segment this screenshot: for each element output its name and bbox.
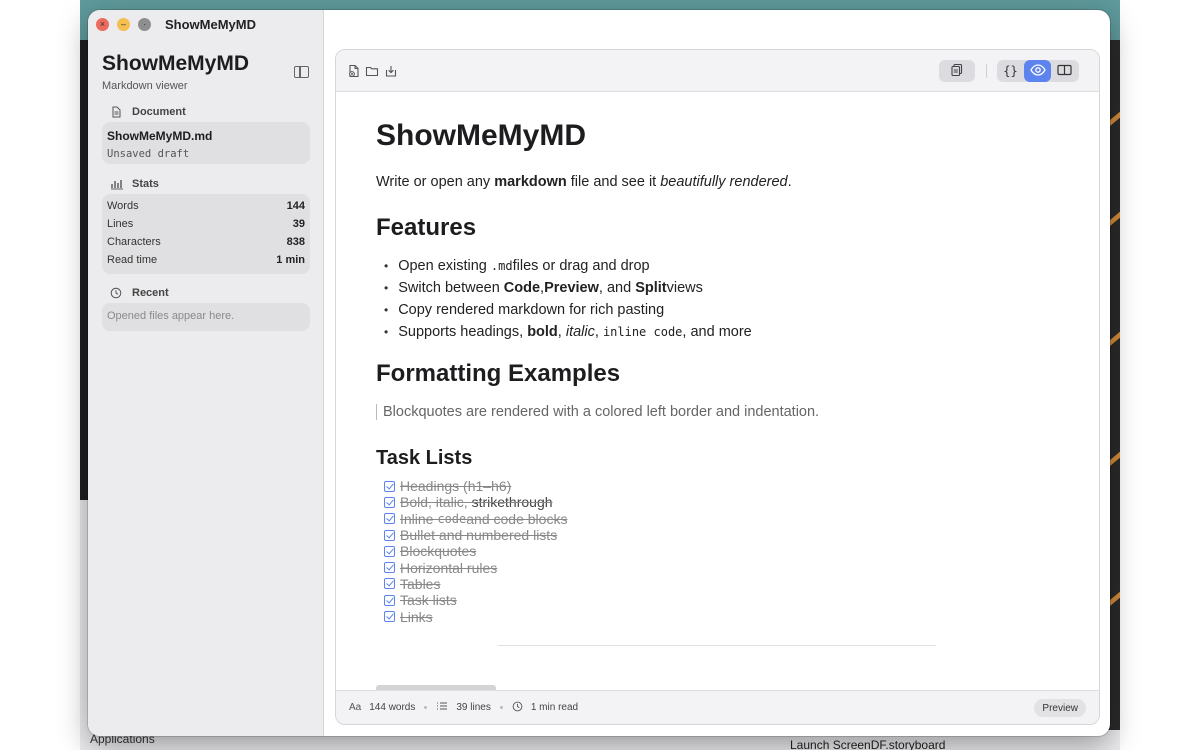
features-heading: Features (376, 214, 477, 241)
bar-chart-icon (110, 178, 123, 190)
stat-row-characters: Characters 838 (107, 233, 305, 251)
stats-section-label: Stats (132, 178, 159, 190)
clock-icon (512, 701, 523, 715)
list-item: Open existing .md files or drag and drop (384, 255, 752, 277)
read-time: 1 min read (530, 702, 579, 713)
save-icon[interactable] (383, 60, 399, 82)
document-status: Unsaved draft (107, 148, 190, 160)
app-name: ShowMeMyMD (102, 52, 249, 75)
horizontal-rule (498, 645, 936, 646)
task-item: Horizontal rules (384, 559, 567, 576)
stat-value: 1 min (276, 254, 305, 266)
stat-value: 838 (286, 236, 305, 248)
checkbox-checked-icon[interactable] (384, 529, 395, 541)
features-list: Open existing .md files or drag and drop… (384, 255, 752, 343)
recent-card: Opened files appear here. (102, 303, 310, 331)
list-lines-icon (436, 701, 448, 714)
checkbox-checked-icon[interactable] (384, 562, 395, 574)
new-file-icon[interactable] (346, 60, 362, 82)
task-item: Inline code and code blocks (384, 511, 567, 527)
checkbox-checked-icon[interactable] (384, 480, 395, 492)
copy-icon (950, 63, 964, 80)
stat-label: Words (107, 200, 139, 212)
checkbox-checked-icon[interactable] (384, 496, 395, 508)
app-subtitle: Markdown viewer (102, 80, 188, 92)
status-bar: Aa 144 words 39 lines 1 min read Preview (336, 690, 1099, 724)
document-icon (110, 106, 122, 118)
line-count: 39 lines (456, 702, 491, 713)
tasks-heading: Task Lists (376, 447, 473, 469)
stat-row-lines: Lines 39 (107, 215, 305, 233)
formatting-heading: Formatting Examples (376, 360, 621, 387)
content-pane: {} ShowMeMyMD Write or open any markdown… (335, 49, 1100, 725)
preview-view-button[interactable] (1024, 60, 1051, 82)
doc-title: ShowMeMyMD (376, 119, 586, 152)
toolbar-divider (986, 64, 987, 78)
fullscreen-window-button[interactable]: · (138, 17, 151, 31)
clock-icon (110, 287, 122, 299)
checkbox-checked-icon[interactable] (384, 611, 395, 623)
recent-section-header: Recent (110, 287, 169, 299)
task-list: Headings (h1–h6) Bold, italic, strikethr… (384, 478, 567, 625)
recent-section-label: Recent (132, 287, 169, 299)
close-window-button[interactable]: × (96, 17, 109, 31)
task-item: Tables (384, 576, 567, 592)
list-item: Copy rendered markdown for rich pasting (384, 299, 752, 321)
stats-section-header: Stats (110, 178, 159, 190)
mode-badge: Preview (1034, 699, 1086, 717)
document-card[interactable]: ShowMeMyMD.md Unsaved draft (102, 122, 310, 164)
checkbox-checked-icon[interactable] (384, 545, 395, 557)
task-item: Task lists (384, 592, 567, 608)
view-mode-switcher: {} (997, 60, 1079, 82)
code-view-button[interactable]: {} (997, 60, 1024, 82)
font-size-icon[interactable]: Aa (349, 702, 361, 713)
rendered-preview[interactable]: ShowMeMyMD Write or open any markdown fi… (336, 93, 1099, 691)
preview-view-icon (1029, 63, 1046, 79)
sidebar-header: ShowMeMyMD Markdown viewer (102, 52, 249, 92)
status-separator (499, 706, 503, 709)
stat-label: Lines (107, 218, 134, 230)
split-view-button[interactable] (1051, 60, 1078, 82)
doc-intro: Write or open any markdown file and see … (376, 174, 792, 190)
sidebar-toggle-icon[interactable] (294, 66, 309, 78)
checkbox-checked-icon[interactable] (384, 594, 395, 606)
window-title: ShowMeMyMD (165, 16, 256, 32)
split-view-icon (1057, 64, 1072, 79)
list-item: Supports headings, bold, italic, inline … (384, 321, 752, 343)
list-item: Switch between Code, Preview, and Split … (384, 277, 752, 299)
open-folder-icon[interactable] (364, 60, 380, 82)
stat-row-read-time: Read time 1 min (107, 251, 305, 269)
background-storyboard-label: Launch ScreenDF.storyboard (790, 738, 946, 750)
minimize-window-button[interactable]: – (117, 17, 130, 31)
document-section-header: Document (110, 106, 186, 118)
stat-value: 39 (292, 218, 305, 230)
task-item: Headings (h1–h6) (384, 478, 567, 494)
word-count: 144 words (369, 702, 416, 713)
titlebar: × – · ShowMeMyMD (88, 10, 324, 38)
task-item: Bold, italic, strikethrough (384, 494, 567, 510)
toolbar: {} (336, 50, 1099, 92)
copy-rendered-button[interactable] (939, 60, 975, 82)
stat-label: Read time (107, 254, 158, 266)
stat-value: 144 (286, 200, 305, 212)
recent-empty-text: Opened files appear here. (107, 310, 235, 322)
task-item: Bullet and numbered lists (384, 527, 567, 543)
checkbox-checked-icon[interactable] (384, 513, 395, 525)
code-view-icon: {} (1003, 64, 1018, 78)
stat-label: Characters (107, 236, 161, 248)
checkbox-checked-icon[interactable] (384, 578, 395, 590)
document-name: ShowMeMyMD.md (107, 129, 213, 143)
document-section-label: Document (132, 106, 186, 118)
task-item: Links (384, 608, 567, 625)
app-window: × – · ShowMeMyMD ShowMeMyMD Markdown vie… (88, 10, 1110, 736)
stats-card: Words 144 Lines 39 Characters 838 Read t… (102, 194, 310, 274)
task-item: Blockquotes (384, 543, 567, 559)
stat-row-words: Words 144 (107, 197, 305, 215)
status-separator (424, 706, 428, 709)
blockquote: Blockquotes are rendered with a colored … (376, 404, 819, 420)
sidebar: × – · ShowMeMyMD ShowMeMyMD Markdown vie… (88, 10, 324, 736)
